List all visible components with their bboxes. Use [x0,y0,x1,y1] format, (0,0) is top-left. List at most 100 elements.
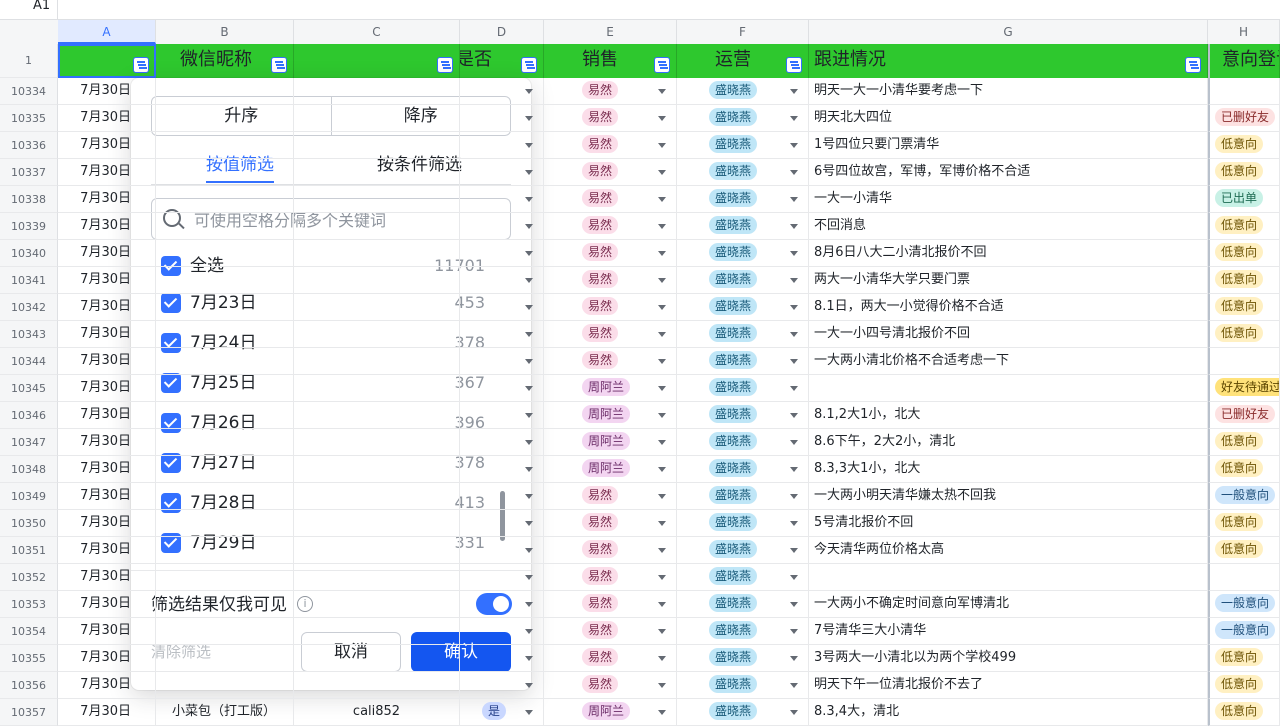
operations-cell[interactable]: 盛晓燕 [677,213,809,240]
follow-up-cell[interactable]: 一大一小清华 [809,186,1208,213]
chevron-down-icon[interactable] [525,575,533,580]
chevron-down-icon[interactable] [525,548,533,553]
date-cell[interactable]: 7月30日 [58,267,156,294]
chevron-down-icon[interactable] [658,143,666,148]
operations-cell[interactable]: 盛晓燕 [677,672,809,699]
nickname-cell[interactable] [156,321,294,348]
row-number[interactable]: 10356 [0,672,58,699]
yes-no-cell[interactable] [460,105,544,132]
follow-up-cell[interactable]: 8.1,2大1小，北大 [809,402,1208,429]
follow-up-cell[interactable]: 一大两小明天清华嫌太热不回我 [809,483,1208,510]
operations-cell[interactable]: 盛晓燕 [677,699,809,726]
date-cell[interactable]: 7月30日 [58,618,156,645]
chevron-down-icon[interactable] [658,440,666,445]
chevron-down-icon[interactable] [790,116,798,121]
intent-cell[interactable]: 低意向 [1208,537,1280,564]
row-number[interactable]: 10351 [0,537,58,564]
filter-icon[interactable] [1185,57,1201,73]
header-cell-b[interactable]: 微信昵称 [156,44,294,78]
row-number[interactable]: 10342 [0,294,58,321]
chevron-down-icon[interactable] [525,413,533,418]
row-number[interactable]: 10346 [0,402,58,429]
sales-cell[interactable]: 易然 [544,240,677,267]
chevron-down-icon[interactable] [790,602,798,607]
chevron-down-icon[interactable] [790,440,798,445]
row-number[interactable]: 10339 [0,213,58,240]
wechat-id-cell[interactable] [294,645,460,672]
intent-cell[interactable] [1208,348,1280,375]
date-cell[interactable]: 7月30日 [58,564,156,591]
chevron-down-icon[interactable] [790,359,798,364]
intent-cell[interactable]: 已出单 [1208,186,1280,213]
chevron-down-icon[interactable] [790,197,798,202]
chevron-down-icon[interactable] [525,197,533,202]
column-letter[interactable]: E [544,20,677,44]
follow-up-cell[interactable]: 今天清华两位价格太高 [809,537,1208,564]
intent-cell[interactable]: 低意向 [1208,699,1280,726]
wechat-id-cell[interactable] [294,618,460,645]
row-number[interactable]: 10349 [0,483,58,510]
chevron-down-icon[interactable] [525,89,533,94]
chevron-down-icon[interactable] [658,683,666,688]
wechat-id-cell[interactable] [294,213,460,240]
date-cell[interactable]: 7月30日 [58,591,156,618]
yes-no-cell[interactable] [460,186,544,213]
filter-icon[interactable] [521,57,537,73]
chevron-down-icon[interactable] [525,629,533,634]
nickname-cell[interactable] [156,402,294,429]
chevron-down-icon[interactable] [658,197,666,202]
operations-cell[interactable]: 盛晓燕 [677,591,809,618]
sales-cell[interactable]: 易然 [544,78,677,105]
chevron-down-icon[interactable] [790,89,798,94]
chevron-down-icon[interactable] [790,656,798,661]
yes-no-cell[interactable]: 是 [460,699,544,726]
date-cell[interactable]: 7月30日 [58,78,156,105]
date-cell[interactable]: 7月30日 [58,456,156,483]
intent-cell[interactable]: 一般意向 [1208,483,1280,510]
wechat-id-cell[interactable] [294,294,460,321]
chevron-down-icon[interactable] [658,386,666,391]
sales-cell[interactable]: 易然 [544,564,677,591]
wechat-id-cell[interactable] [294,483,460,510]
row-number[interactable]: 10354 [0,618,58,645]
nickname-cell[interactable] [156,294,294,321]
chevron-down-icon[interactable] [790,143,798,148]
date-cell[interactable]: 7月30日 [58,186,156,213]
nickname-cell[interactable] [156,564,294,591]
nickname-cell[interactable] [156,537,294,564]
chevron-down-icon[interactable] [658,116,666,121]
chevron-down-icon[interactable] [525,251,533,256]
chevron-down-icon[interactable] [525,143,533,148]
follow-up-cell[interactable]: 8月6日八大二小清北报价不回 [809,240,1208,267]
intent-cell[interactable]: 低意向 [1208,294,1280,321]
sales-cell[interactable]: 周阿兰 [544,402,677,429]
nickname-cell[interactable]: 小菜包（打工版） [156,699,294,726]
nickname-cell[interactable] [156,348,294,375]
chevron-down-icon[interactable] [658,575,666,580]
follow-up-cell[interactable]: 明天下午一位清北报价不去了 [809,672,1208,699]
date-cell[interactable]: 7月30日 [58,159,156,186]
intent-cell[interactable]: 好友待通过 [1208,375,1280,402]
nickname-cell[interactable] [156,591,294,618]
chevron-down-icon[interactable] [525,710,533,715]
yes-no-cell[interactable] [460,510,544,537]
wechat-id-cell[interactable] [294,429,460,456]
row-number[interactable]: 10352 [0,564,58,591]
chevron-down-icon[interactable] [790,521,798,526]
date-cell[interactable]: 7月30日 [58,132,156,159]
filter-icon[interactable] [271,57,287,73]
nickname-cell[interactable] [156,132,294,159]
filter-icon[interactable] [786,57,802,73]
follow-up-cell[interactable] [809,564,1208,591]
yes-no-cell[interactable] [460,294,544,321]
sales-cell[interactable]: 易然 [544,267,677,294]
sales-cell[interactable]: 易然 [544,537,677,564]
chevron-down-icon[interactable] [790,332,798,337]
column-letter[interactable]: D [460,20,544,44]
chevron-down-icon[interactable] [658,278,666,283]
sales-cell[interactable]: 易然 [544,618,677,645]
wechat-id-cell[interactable]: cali852 [294,699,460,726]
sales-cell[interactable]: 易然 [544,294,677,321]
row-number[interactable]: 10335 [0,105,58,132]
chevron-down-icon[interactable] [525,602,533,607]
